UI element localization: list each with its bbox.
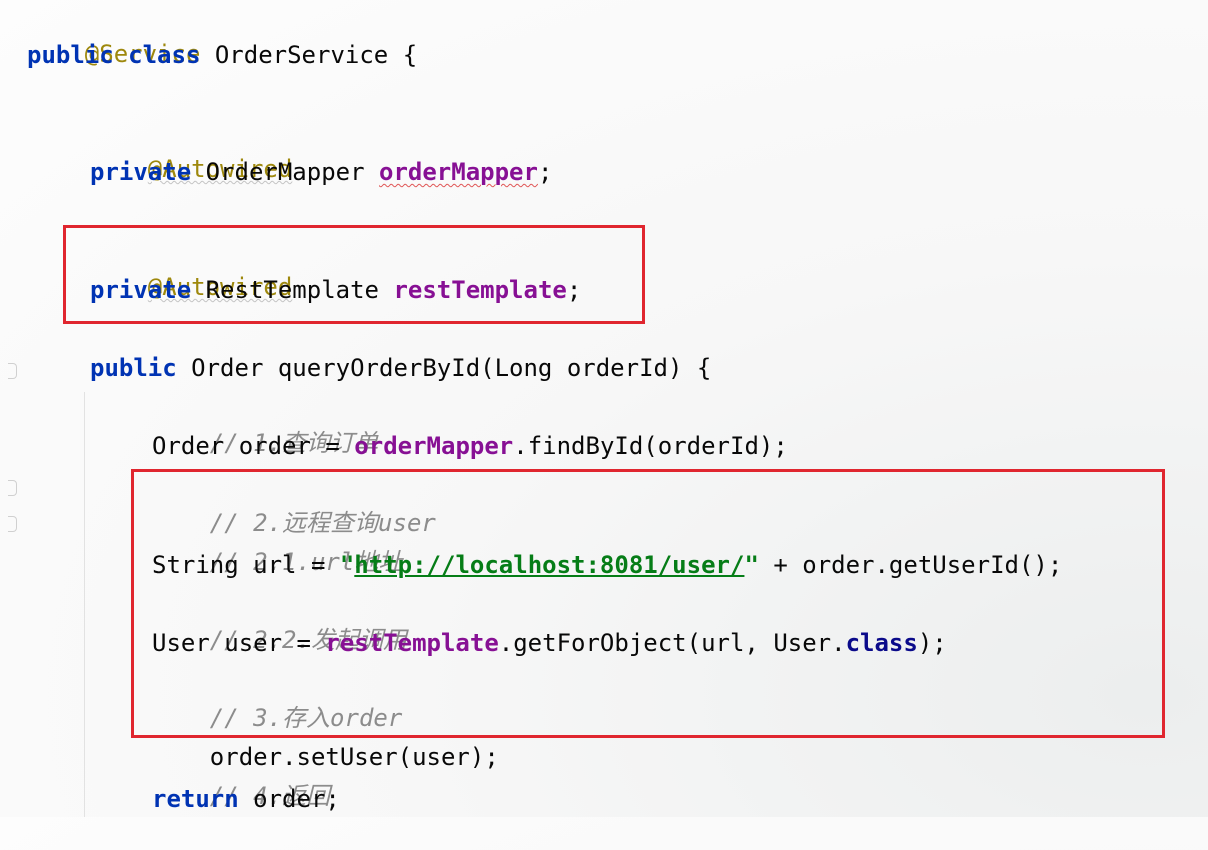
code-line-2[interactable]: public class OrderService {: [27, 37, 417, 73]
code-text: + order.getUserId();: [758, 551, 1063, 579]
code-line-7[interactable]: @Autowired: [90, 233, 293, 301]
code-line-17[interactable]: User user = restTemplate.getForObject(ur…: [152, 625, 947, 661]
keyword-class: class: [845, 629, 918, 657]
type-name: RestTemplate: [191, 276, 394, 304]
code-line-20[interactable]: // 4.返回: [152, 742, 330, 810]
code-text: String url =: [152, 551, 340, 579]
fold-marker[interactable]: [8, 480, 17, 496]
class-declaration: OrderService {: [200, 41, 418, 69]
keyword-return: return: [152, 785, 239, 813]
method-signature: Order queryOrderById(Long orderId) {: [176, 354, 712, 382]
code-line-5[interactable]: private OrderMapper orderMapper;: [90, 154, 552, 190]
code-line-14[interactable]: // 2.1.url地址: [152, 508, 403, 576]
field-rest-template[interactable]: restTemplate: [325, 629, 498, 657]
code-line-12[interactable]: Order order = orderMapper.findById(order…: [152, 428, 788, 464]
string-quote: ": [744, 551, 759, 579]
keyword-private: private: [90, 158, 192, 186]
code-line-16[interactable]: // 2.2.发起调用: [152, 586, 407, 654]
keyword-private: private: [90, 276, 192, 304]
code-editor[interactable]: @Service public class OrderService { @Au…: [0, 0, 1208, 817]
code-line-8[interactable]: private RestTemplate restTemplate;: [90, 272, 581, 308]
field-rest-template[interactable]: restTemplate: [393, 276, 566, 304]
keyword-public: public: [90, 354, 177, 382]
code-text: .findById(orderId);: [513, 432, 788, 460]
code-text: );: [917, 629, 947, 657]
code-line-1[interactable]: @Service: [27, 0, 201, 68]
semicolon: ;: [537, 158, 553, 186]
string-url-wrapper: http://localhost:8081/user/: [354, 551, 744, 579]
keyword-public: public: [27, 41, 114, 69]
code-line-13[interactable]: // 2.远程查询user: [152, 469, 436, 537]
fold-marker[interactable]: [8, 363, 17, 379]
string-quote: ": [339, 551, 355, 579]
code-line-18[interactable]: // 3.存入order: [152, 664, 403, 732]
type-name: OrderMapper: [191, 158, 379, 186]
fold-marker[interactable]: [8, 516, 17, 532]
code-text: .getForObject(url, User.: [498, 629, 846, 657]
code-text: Order order =: [152, 432, 355, 460]
code-line-10[interactable]: public Order queryOrderById(Long orderId…: [90, 350, 711, 386]
code-line-15[interactable]: String url = "http://localhost:8081/user…: [152, 547, 1062, 583]
semicolon: ;: [566, 276, 582, 304]
url-link[interactable]: http://localhost:8081/user/: [354, 551, 744, 579]
keyword-class: class: [128, 41, 201, 69]
field-order-mapper[interactable]: orderMapper: [354, 432, 513, 460]
code-text: User user =: [152, 629, 326, 657]
code-line-11[interactable]: // 1.查询订单: [152, 389, 378, 457]
field-order-mapper[interactable]: orderMapper: [379, 158, 538, 186]
indent-guide: [84, 392, 85, 817]
code-line-21[interactable]: return order;: [152, 781, 340, 817]
code-line-4[interactable]: @Autowired: [90, 115, 293, 183]
code-line-19[interactable]: order.setUser(user);: [152, 703, 499, 771]
code-text: order;: [238, 785, 340, 813]
